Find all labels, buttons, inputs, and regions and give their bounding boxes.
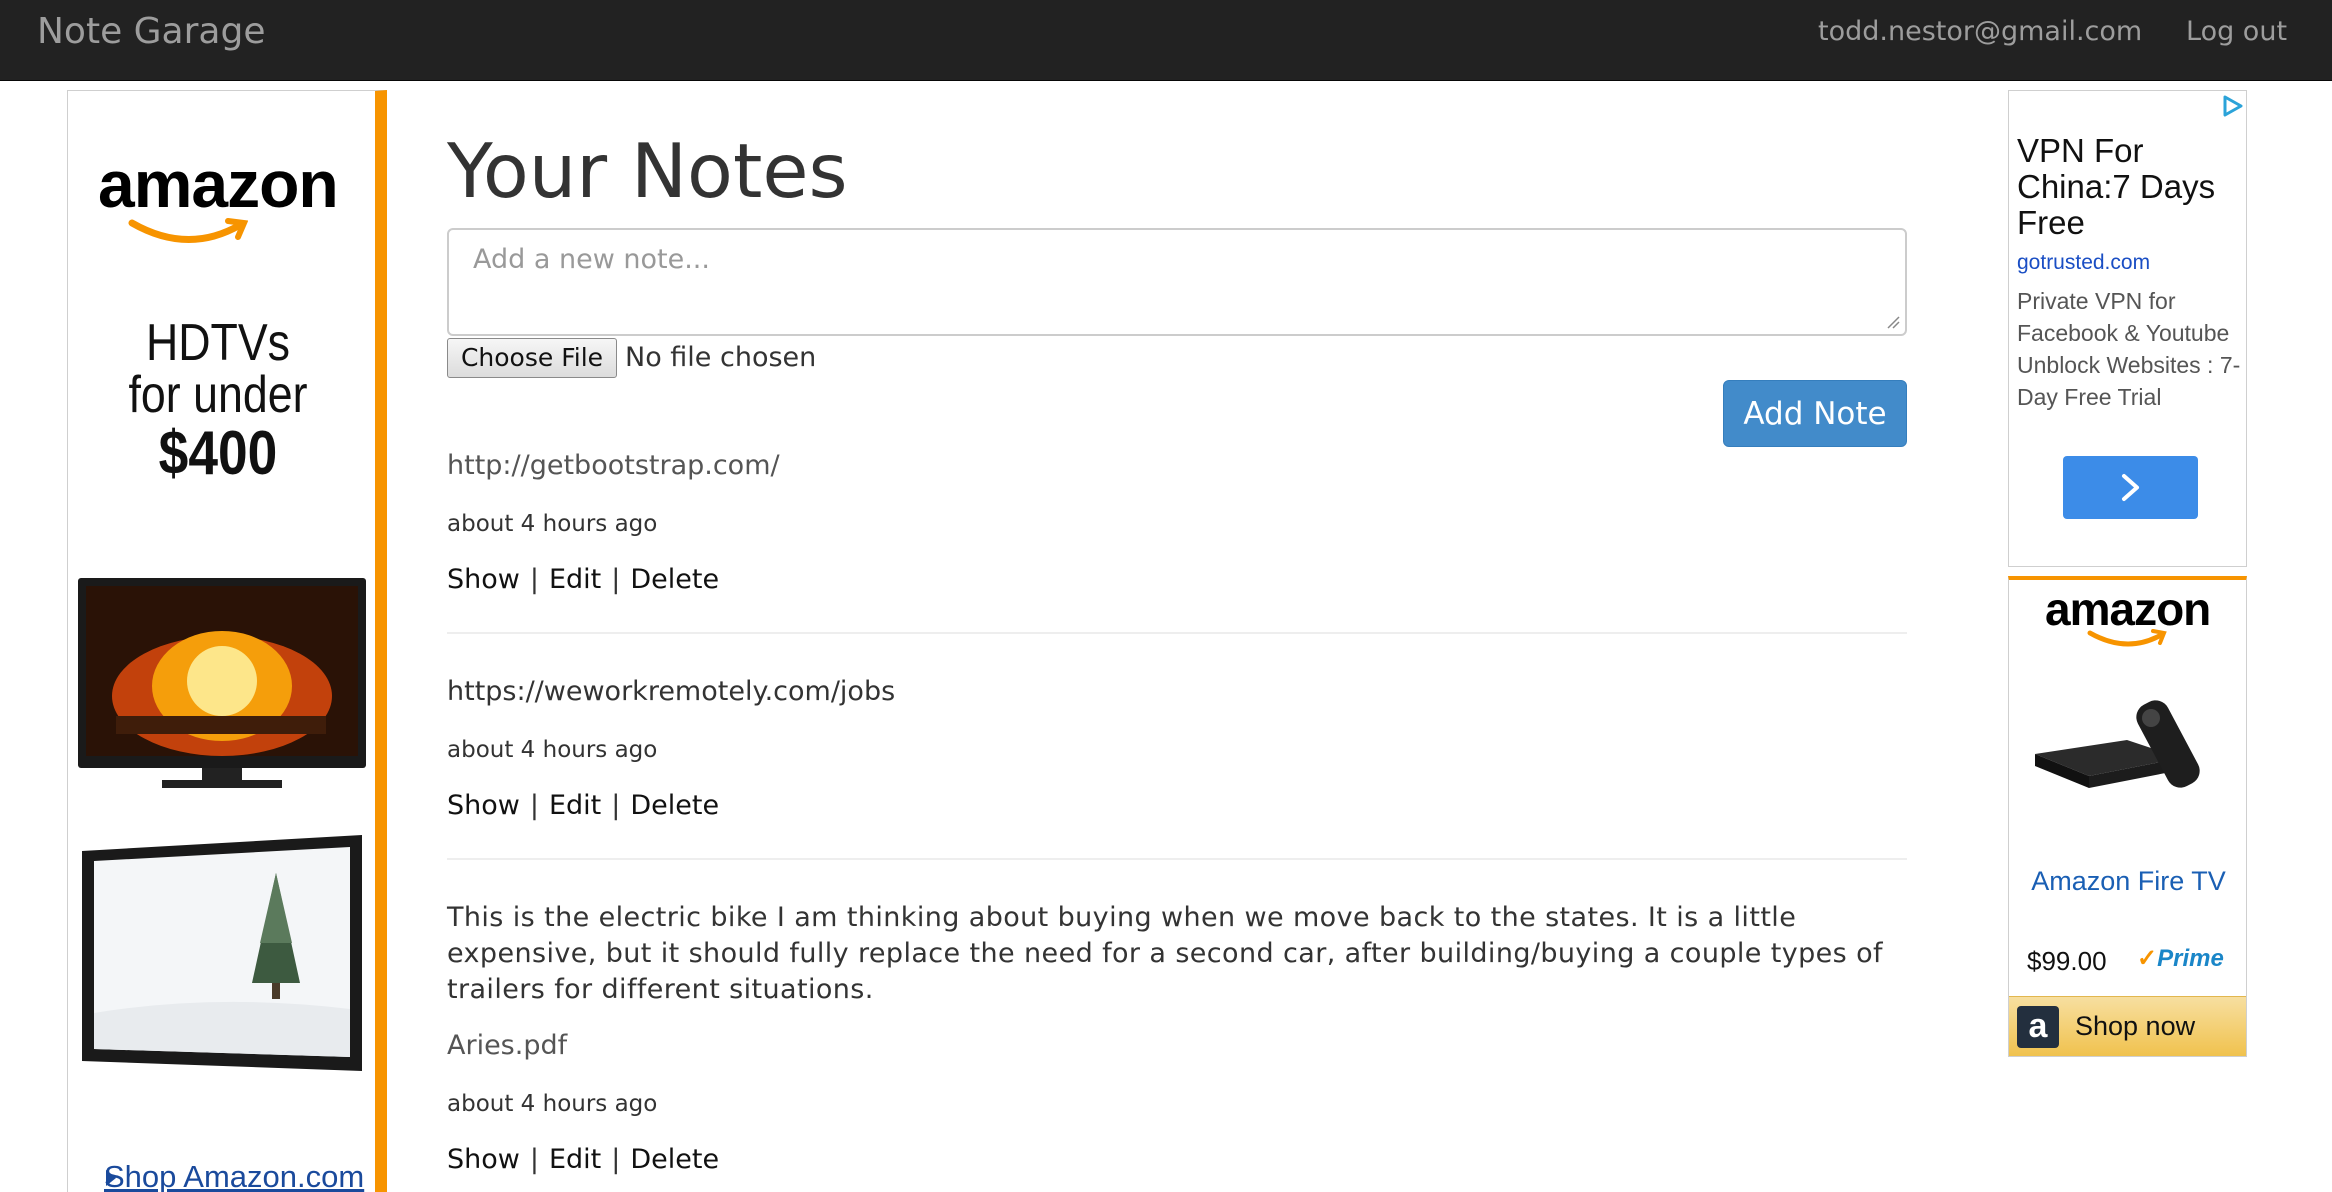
- show-note-link[interactable]: Show: [447, 1144, 520, 1175]
- amazon-a-icon: a: [2017, 1006, 2059, 1048]
- note-divider: [447, 632, 1907, 634]
- brand-logo[interactable]: Note Garage: [37, 10, 265, 54]
- note-timestamp: about 4 hours ago: [447, 1091, 658, 1117]
- vpn-text-ad[interactable]: VPN For China:7 Days Free gotrusted.com …: [2008, 90, 2247, 567]
- top-navbar: Note Garage todd.nestor@gmail.com Log ou…: [0, 0, 2332, 81]
- adchoices-icon[interactable]: [2219, 93, 2245, 119]
- edit-note-link[interactable]: Edit: [549, 1144, 601, 1175]
- note-text: https://weworkremotely.com/jobs: [447, 676, 896, 707]
- amazon-smile-icon: [2087, 629, 2167, 647]
- shop-now-label: Shop now: [2075, 1011, 2196, 1041]
- action-separator: |: [611, 1144, 621, 1175]
- prime-label: Prime: [2157, 945, 2224, 972]
- amazon-logo: amazon: [98, 147, 339, 221]
- note-text: This is the electric bike I am thinking …: [447, 902, 1883, 1005]
- note-actions: Show | Edit | Delete: [447, 562, 719, 598]
- product-price: $99.00: [2027, 946, 2107, 976]
- delete-note-link[interactable]: Delete: [630, 790, 719, 821]
- tv-winter-image: [82, 835, 362, 1071]
- show-note-link[interactable]: Show: [447, 564, 520, 595]
- delete-note-link[interactable]: Delete: [630, 564, 719, 595]
- choose-file-button[interactable]: Choose File: [447, 338, 617, 378]
- logout-link[interactable]: Log out: [2186, 14, 2287, 50]
- add-note-button[interactable]: Add Note: [1723, 380, 1907, 447]
- promo-price: $400: [158, 419, 278, 488]
- page-title: Your Notes: [447, 127, 848, 215]
- ad-domain[interactable]: gotrusted.com: [2017, 251, 2150, 275]
- action-separator: |: [529, 1144, 539, 1175]
- note-actions: Show | Edit | Delete: [447, 788, 719, 824]
- action-separator: |: [611, 564, 621, 595]
- ad-description: Private VPN for Facebook & Youtube Unblo…: [2017, 288, 2241, 410]
- prime-badge: ✓Prime: [2137, 944, 2224, 973]
- action-separator: |: [529, 564, 539, 595]
- shop-amazon-link[interactable]: Shop Amazon.com: [104, 1159, 364, 1192]
- action-separator: |: [529, 790, 539, 821]
- promo-headline: HDTVs: [145, 314, 291, 372]
- note-actions: Show | Edit | Delete: [447, 1142, 719, 1178]
- chevron-right-icon: [2122, 474, 2139, 501]
- left-amazon-ad[interactable]: amazon HDTVs for under $400 Shop Amazon.…: [67, 90, 387, 1192]
- fire-tv-product-image: [2035, 700, 2200, 788]
- product-name-link[interactable]: Amazon Fire TV: [2009, 866, 2246, 897]
- note-divider: [447, 858, 1907, 860]
- resize-grip-icon[interactable]: [1886, 315, 1900, 329]
- ad-go-button[interactable]: [2063, 456, 2198, 519]
- promo-subline: for under: [128, 366, 308, 424]
- delete-note-link[interactable]: Delete: [630, 1144, 719, 1175]
- note-timestamp: about 4 hours ago: [447, 511, 658, 537]
- ad-headline[interactable]: VPN For China:7 Days Free: [2017, 133, 2232, 241]
- action-separator: |: [611, 790, 621, 821]
- shop-now-button[interactable]: a Shop now: [2009, 996, 2246, 1056]
- edit-note-link[interactable]: Edit: [549, 790, 601, 821]
- edit-note-link[interactable]: Edit: [549, 564, 601, 595]
- note-timestamp: about 4 hours ago: [447, 737, 658, 763]
- show-note-link[interactable]: Show: [447, 790, 520, 821]
- note-link[interactable]: http://getbootstrap.com/: [447, 448, 780, 484]
- note-attachment-link[interactable]: Aries.pdf: [447, 1028, 567, 1064]
- user-email-link[interactable]: todd.nestor@gmail.com: [1818, 14, 2142, 50]
- amazon-smile-icon: [128, 218, 248, 243]
- file-status-text: No file chosen: [625, 342, 817, 373]
- new-note-textarea[interactable]: [447, 228, 1907, 336]
- prime-check-icon: ✓: [2137, 945, 2158, 972]
- fire-tv-ad[interactable]: amazon Amazon Fire TV $99.00 ✓Prime a Sh…: [2008, 576, 2247, 1057]
- tv-fireplace-image: [78, 578, 366, 788]
